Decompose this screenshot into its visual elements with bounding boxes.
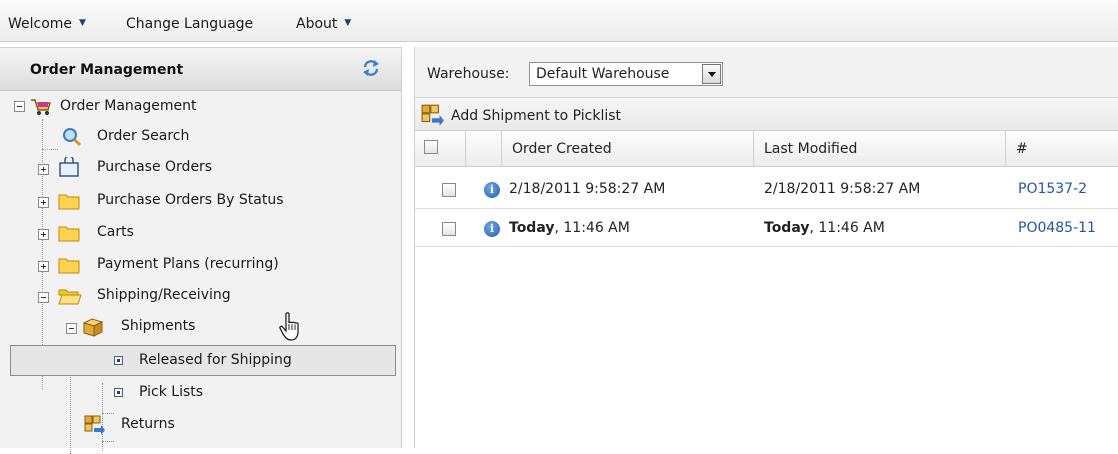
column-order-created[interactable]: Order Created (502, 131, 754, 167)
column-number[interactable]: # (1006, 131, 1118, 167)
order-number-link[interactable]: PO1537-2 (1018, 181, 1087, 197)
folder-icon (58, 258, 80, 274)
column-label: Order Created (512, 141, 612, 157)
collapse-icon[interactable] (66, 323, 77, 334)
tree-node-label: Carts (97, 224, 134, 240)
tree-node-label: Order Search (97, 128, 190, 144)
tree-node-label: Purchase Orders (97, 159, 213, 175)
leaf-bullet-icon (114, 388, 123, 397)
returns-icon (84, 415, 105, 435)
cell-last-modified: 2/18/2011 9:58:27 AM (764, 181, 920, 197)
folder-icon (58, 194, 80, 210)
menu-change-language[interactable]: Change Language (126, 16, 253, 32)
order-number-link[interactable]: PO0485-11 (1018, 220, 1096, 236)
row-checkbox[interactable] (442, 183, 456, 197)
folder-icon (58, 226, 80, 242)
tree-node-label: Purchase Orders By Status (97, 192, 284, 208)
tree-node-label: Payment Plans (recurring) (97, 256, 279, 272)
menu-welcome-label: Welcome (8, 16, 73, 32)
cell-created-bold: Today (509, 220, 555, 236)
tree-node-purchase-orders-by-status[interactable]: Purchase Orders By Status (0, 185, 400, 216)
cell-modified-text: 2/18/2011 9:58:27 AM (764, 181, 921, 197)
dropdown-caret-icon: ▼ (79, 18, 86, 28)
dropdown-caret-icon: ▼ (344, 18, 352, 28)
row-checkbox[interactable] (442, 222, 456, 236)
box-icon (82, 318, 104, 337)
hand-cursor-icon (279, 312, 299, 341)
tree-node-label: Released for Shipping (139, 352, 292, 368)
collapse-icon[interactable] (14, 101, 25, 112)
cell-created-text: 2/18/2011 9:58:27 AM (509, 181, 666, 197)
expand-icon[interactable] (38, 164, 49, 175)
warehouse-select-value: Default Warehouse (536, 66, 670, 82)
grid-header: Order Created Last Modified # (415, 131, 1118, 167)
tree-node-purchase-orders[interactable]: Purchase Orders (0, 152, 400, 183)
grid-toolbar: Add Shipment to Picklist (415, 97, 1118, 131)
tree-node-payment-plans[interactable]: Payment Plans (recurring) (0, 249, 400, 280)
add-shipment-label: Add Shipment to Picklist (451, 108, 622, 124)
refresh-icon[interactable] (361, 58, 381, 78)
info-icon[interactable]: i (484, 221, 500, 237)
warehouse-label: Warehouse: (427, 66, 510, 82)
cell-order-created: Today, 11:46 AM (509, 220, 630, 236)
cell-last-modified: Today, 11:46 AM (764, 220, 885, 236)
expand-icon[interactable] (38, 229, 49, 240)
open-folder-icon (58, 289, 82, 305)
top-menu-bar: Welcome ▼ Change Language About ▼ (0, 0, 1118, 42)
cell-order-created: 2/18/2011 9:58:27 AM (509, 181, 665, 197)
cell-modified-text: , 11:46 AM (809, 220, 885, 236)
expand-icon[interactable] (38, 197, 49, 208)
tree-node-carts[interactable]: Carts (0, 217, 400, 248)
panel-header: Order Management (0, 48, 401, 91)
expand-icon[interactable] (38, 261, 49, 272)
warehouse-select[interactable]: Default Warehouse (529, 62, 723, 86)
column-label: Last Modified (764, 141, 858, 157)
shopping-cart-icon (31, 99, 51, 115)
table-row[interactable]: i Today, 11:46 AM Today, 11:46 AM PO0485… (415, 209, 1118, 247)
menu-about-label: About (296, 16, 338, 32)
tree-node-returns[interactable]: Returns (0, 409, 400, 440)
tree-node-shipping-receiving[interactable]: Shipping/Receiving (0, 280, 400, 311)
tree-node-shipments[interactable]: Shipments (0, 311, 400, 342)
collapse-icon[interactable] (38, 292, 49, 303)
tree-node-pick-lists[interactable]: Pick Lists (0, 377, 400, 408)
column-label: # (1016, 141, 1028, 157)
table-row[interactable]: i 2/18/2011 9:58:27 AM 2/18/2011 9:58:27… (415, 171, 1118, 209)
tree-line (102, 441, 114, 442)
select-all-column (415, 131, 466, 167)
order-management-panel: Order Management Order Management Order … (0, 47, 402, 454)
cell-created-text: , 11:46 AM (554, 220, 630, 236)
column-last-modified[interactable]: Last Modified (754, 131, 1006, 167)
navigation-tree: Order Management Order Search Purchase O… (0, 91, 401, 454)
tree-node-order-management[interactable]: Order Management (0, 91, 400, 122)
select-all-checkbox[interactable] (424, 140, 438, 154)
magnifier-icon (63, 128, 82, 147)
tree-node-label: Shipments (121, 318, 196, 334)
warehouse-bar: Warehouse: Default Warehouse (415, 47, 1118, 97)
shopping-bag-icon (59, 157, 79, 177)
info-column-header (466, 131, 502, 167)
tree-node-label: Returns (121, 416, 175, 432)
tree-node-order-search[interactable]: Order Search (0, 121, 400, 152)
cell-modified-bold: Today (764, 220, 810, 236)
menu-welcome[interactable]: Welcome ▼ (8, 16, 86, 32)
info-icon[interactable]: i (484, 182, 500, 198)
leaf-bullet-icon (114, 356, 123, 365)
tree-node-label: Pick Lists (139, 384, 204, 400)
tree-node-released-for-shipping[interactable]: Released for Shipping (10, 345, 396, 376)
tree-node-label: Order Management (60, 98, 197, 114)
shipments-panel: Warehouse: Default Warehouse Add Shipmen… (414, 47, 1118, 448)
tree-node-label: Shipping/Receiving (97, 287, 231, 303)
menu-about[interactable]: About ▼ (296, 16, 351, 32)
add-to-picklist-icon (421, 104, 444, 126)
dropdown-arrow-icon[interactable] (702, 64, 721, 84)
panel-title: Order Management (30, 62, 184, 78)
